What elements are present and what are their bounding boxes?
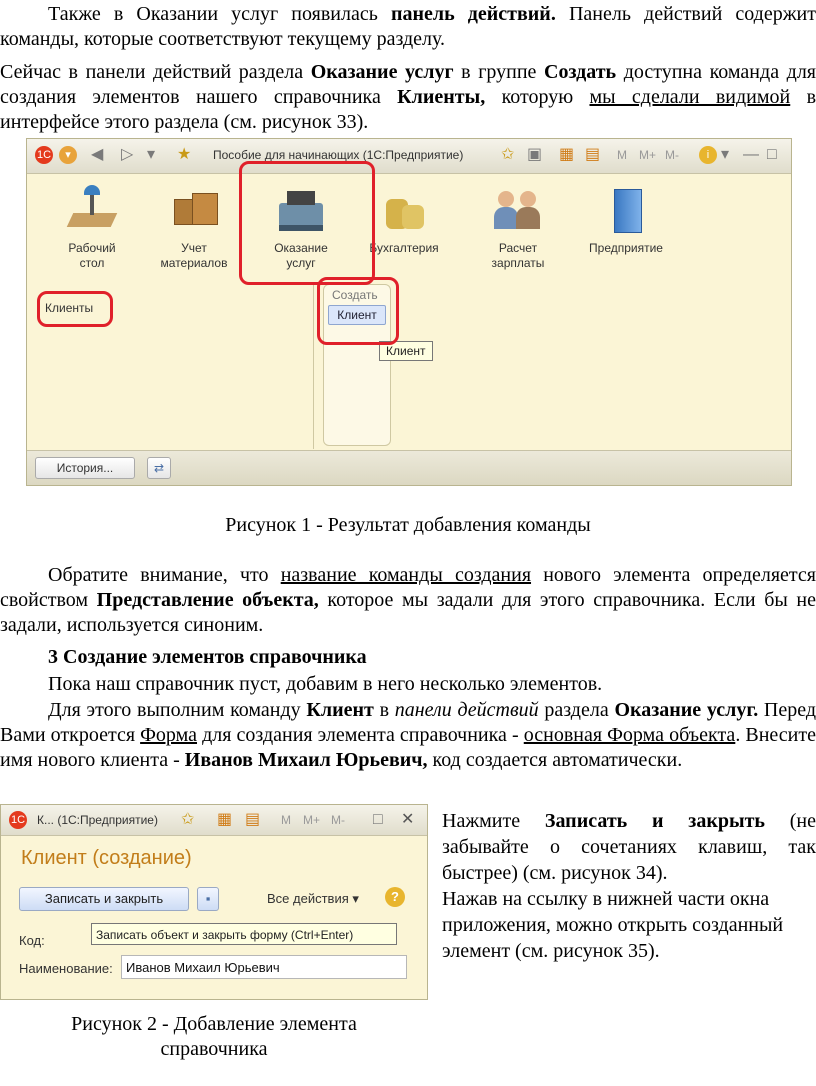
figure2-window-title: К... (1С:Предприятие) <box>37 813 158 827</box>
coins-icon <box>376 185 432 235</box>
paragraph-empty-catalog: Пока наш справочник пуст, добавим в него… <box>48 673 603 695</box>
people-icon <box>490 185 546 235</box>
calculator-icon[interactable]: ▦ <box>217 811 232 829</box>
section-desktop[interactable]: Рабочий стол <box>47 185 137 271</box>
memory-mminus-button[interactable]: M- <box>331 811 345 829</box>
figure2-caption: Рисунок 2 - Добавление элемента справочн… <box>71 1013 357 1060</box>
calendar-icon[interactable]: ▤ <box>585 146 600 164</box>
1c-logo-icon: 1C <box>35 146 53 164</box>
highlight-services-section <box>239 161 375 285</box>
1c-logo-icon: 1C <box>9 811 27 829</box>
history-icon[interactable]: ▣ <box>527 146 542 164</box>
calculator-icon[interactable]: ▦ <box>559 146 574 164</box>
name-input[interactable]: Иванов Михаил Юрьевич <box>121 955 407 979</box>
history-button[interactable]: История... <box>35 457 135 479</box>
panel-divider <box>313 284 314 449</box>
desk-lamp-icon <box>64 185 120 235</box>
favorites-icon[interactable]: ✩ <box>501 146 514 164</box>
info-icon[interactable]: i <box>699 146 717 164</box>
figure1-window-title: Пособие для начинающих (1С:Предприятие) <box>213 148 464 162</box>
section-enterprise[interactable]: Предприятие <box>581 185 671 256</box>
figure1-toolbar: 1C ▾ ◀ ▷ ▾ ★ Пособие для начинающих (1С:… <box>27 139 791 174</box>
code-label: Код: <box>19 933 45 948</box>
figure2-window: 1C К... (1С:Предприятие) ✩ ▦ ▤ M M+ M- □… <box>0 804 428 1000</box>
section-payroll[interactable]: Расчет зарплаты <box>473 185 563 271</box>
save-close-tooltip: Записать объект и закрыть форму (Ctrl+En… <box>91 923 397 945</box>
forward-arrow-icon[interactable]: ▷ <box>121 146 133 164</box>
side-text: Нажмите Записать и закрыть (не забывайте… <box>442 810 816 962</box>
info-dropdown-icon[interactable]: ▾ <box>721 146 729 164</box>
figure1-caption: Рисунок 1 - Результат добавления команды <box>225 514 591 536</box>
windows-icon[interactable]: ⇄ <box>147 457 171 479</box>
paragraph-create-group: Сейчас в панели действий раздела Оказани… <box>0 61 816 133</box>
highlight-clients-item <box>37 291 113 327</box>
paragraph-command-name: Обратите внимание, что название команды … <box>0 564 816 636</box>
section-heading: 3 Создание элементов справочника <box>48 646 367 668</box>
figure2-toolbar: 1C К... (1С:Предприятие) ✩ ▦ ▤ M M+ M- □… <box>1 805 427 836</box>
minimize-icon[interactable]: — <box>743 146 759 164</box>
boxes-icon <box>166 185 222 235</box>
name-label: Наименование: <box>19 961 113 976</box>
memory-m-button[interactable]: M <box>617 146 627 164</box>
building-icon <box>598 185 654 235</box>
maximize-icon[interactable]: □ <box>767 146 777 164</box>
highlight-create-command <box>317 277 399 345</box>
figure1-bottom-bar: История... ⇄ <box>27 450 791 485</box>
favorite-star-icon[interactable]: ✩ <box>181 811 194 829</box>
save-and-close-button[interactable]: Записать и закрыть <box>19 887 189 911</box>
help-icon[interactable]: ? <box>385 887 405 907</box>
form-title: Клиент (создание) <box>21 847 192 869</box>
memory-mplus-button[interactable]: M+ <box>639 146 656 164</box>
figure1-window: 1C ▾ ◀ ▷ ▾ ★ Пособие для начинающих (1С:… <box>26 138 792 486</box>
memory-mminus-button[interactable]: M- <box>665 146 679 164</box>
section-materials[interactable]: Учет материалов <box>149 185 239 271</box>
save-icon[interactable]: ▪ <box>197 887 219 911</box>
back-arrow-icon[interactable]: ◀ <box>91 146 103 164</box>
paragraph-action-panel: Также в Оказании услуг появилась панель … <box>0 3 816 50</box>
calendar-icon[interactable]: ▤ <box>245 811 260 829</box>
dropdown-icon[interactable]: ▾ <box>147 146 155 164</box>
menu-dropdown-icon[interactable]: ▾ <box>59 146 77 164</box>
memory-m-button[interactable]: M <box>281 811 291 829</box>
favorite-star-icon[interactable]: ★ <box>177 146 191 164</box>
all-actions-menu[interactable]: Все действия ▾ <box>267 891 359 907</box>
maximize-icon[interactable]: □ <box>373 811 383 829</box>
paragraph-create-client: Для этого выполним команду Клиент в пане… <box>0 699 816 771</box>
memory-mplus-button[interactable]: M+ <box>303 811 320 829</box>
close-icon[interactable]: ✕ <box>401 811 414 829</box>
